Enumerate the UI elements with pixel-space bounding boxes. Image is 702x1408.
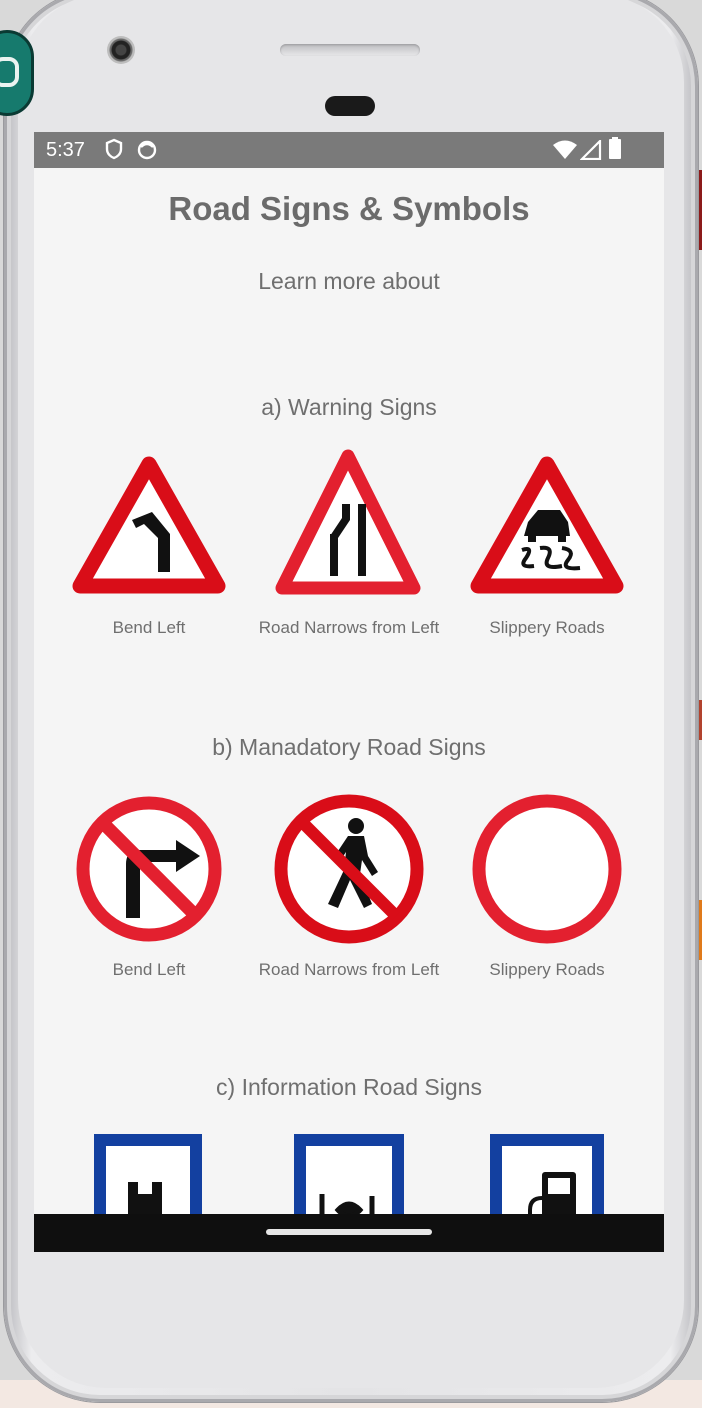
floating-app-badge[interactable] bbox=[0, 30, 34, 116]
wifi-icon bbox=[552, 140, 578, 166]
no-pedestrians-sign-icon[interactable] bbox=[272, 792, 426, 951]
navigation-bar bbox=[34, 1214, 664, 1252]
sign-label: Bend Left bbox=[112, 960, 186, 979]
bend-left-warning-sign-icon[interactable] bbox=[70, 454, 228, 603]
page-title: Road Signs & Symbols bbox=[168, 190, 530, 227]
face-icon bbox=[136, 138, 158, 166]
no-vehicles-sign-icon[interactable] bbox=[470, 792, 624, 951]
slippery-road-sign-icon[interactable] bbox=[468, 454, 626, 603]
status-bar: 5:37 bbox=[34, 132, 664, 168]
home-gesture-handle[interactable] bbox=[266, 1229, 432, 1235]
shield-icon bbox=[104, 138, 124, 166]
road-narrows-sign-icon[interactable] bbox=[272, 446, 424, 605]
battery-icon bbox=[608, 136, 622, 166]
signal-icon bbox=[579, 138, 602, 166]
section-title-warning: a) Warning Signs bbox=[261, 394, 437, 420]
earpiece-speaker bbox=[280, 44, 420, 56]
sign-label: Slippery Roads bbox=[489, 960, 605, 979]
sign-label: Bend Left bbox=[112, 618, 186, 637]
section-title-information: c) Information Road Signs bbox=[216, 1074, 482, 1100]
page-subtitle: Learn more about bbox=[258, 268, 440, 294]
sign-label: Slippery Roads bbox=[489, 618, 605, 637]
sign-label: Road Narrows from Left bbox=[258, 618, 440, 637]
fuel-station-info-sign-icon[interactable] bbox=[490, 1134, 604, 1214]
proximity-sensor bbox=[325, 96, 375, 116]
main-content[interactable]: Road Signs & Symbols Learn more about a)… bbox=[34, 168, 664, 1214]
restaurant-info-sign-icon[interactable] bbox=[294, 1134, 404, 1214]
section-title-mandatory: b) Manadatory Road Signs bbox=[212, 734, 486, 760]
status-time: 5:37 bbox=[46, 139, 85, 161]
no-right-turn-sign-icon[interactable] bbox=[74, 794, 224, 949]
front-camera bbox=[107, 36, 135, 64]
sign-label: Road Narrows from Left bbox=[258, 960, 440, 979]
phone-screen: 5:37 Road Signs & Symbols Learn more abo… bbox=[34, 132, 664, 1252]
hospital-info-sign-icon[interactable] bbox=[94, 1134, 202, 1214]
